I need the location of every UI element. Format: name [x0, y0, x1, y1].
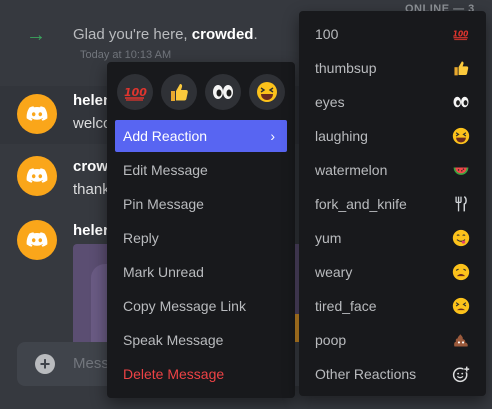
reaction-label: fork_and_knife [315, 196, 407, 212]
menu-item-copy-message-link[interactable]: Copy Message Link [115, 290, 287, 322]
add-attachment-icon[interactable]: + [35, 354, 55, 374]
100-emoji-icon: 100 [452, 25, 470, 43]
reaction-item-laughing[interactable]: laughing [307, 120, 478, 152]
reaction-item-eyes[interactable]: eyes [307, 86, 478, 118]
reaction-item-100[interactable]: 100 100 [307, 18, 478, 50]
avatar[interactable] [17, 94, 57, 134]
menu-item-speak-message[interactable]: Speak Message [115, 324, 287, 356]
join-username[interactable]: crowded [192, 26, 254, 43]
weary-emoji-icon [452, 263, 470, 281]
message-author[interactable]: heler [73, 222, 109, 239]
laughing-emoji-icon [257, 82, 277, 102]
menu-item-label: Reply [123, 230, 159, 246]
laughing-emoji-icon [452, 127, 470, 145]
menu-item-delete-message[interactable]: Delete Message [115, 358, 287, 390]
menu-item-label: Add Reaction [123, 128, 208, 144]
chevron-right-icon: › [270, 128, 275, 144]
menu-item-add-reaction[interactable]: Add Reaction › [115, 120, 287, 152]
reaction-label: watermelon [315, 162, 388, 178]
quick-reactions: 100 [117, 74, 287, 114]
reaction-item-thumbsup[interactable]: thumbsup [307, 52, 478, 84]
fork-and-knife-emoji-icon [452, 195, 470, 213]
quick-reaction-thumbsup[interactable] [161, 74, 197, 110]
join-suffix: . [253, 26, 258, 43]
menu-item-pin-message[interactable]: Pin Message [115, 188, 287, 220]
thumbsup-emoji-icon [452, 59, 470, 77]
menu-item-reply[interactable]: Reply [115, 222, 287, 254]
eyes-emoji-icon [213, 85, 233, 99]
avatar[interactable] [17, 220, 57, 260]
join-text: Glad you're here, crowded. [73, 26, 258, 43]
svg-text:100: 100 [453, 29, 469, 38]
add-reaction-icon [452, 365, 470, 383]
menu-item-label: Speak Message [123, 332, 224, 348]
reaction-item-watermelon[interactable]: watermelon [307, 154, 478, 186]
reaction-label: 100 [315, 26, 339, 42]
quick-reaction-eyes[interactable] [205, 74, 241, 110]
thumbsup-emoji-icon [171, 84, 188, 101]
yum-emoji-icon [452, 229, 470, 247]
message-context-menu: 100 Add Reaction › Edit Message Pin Mess… [107, 62, 295, 398]
reaction-label: poop [315, 332, 347, 348]
reaction-item-weary[interactable]: weary [307, 256, 478, 288]
svg-text:100: 100 [124, 86, 147, 99]
watermelon-emoji-icon [452, 161, 470, 179]
menu-item-label: Pin Message [123, 196, 204, 212]
discord-logo-icon [26, 106, 48, 121]
reaction-item-fork-and-knife[interactable]: fork_and_knife [307, 188, 478, 220]
reaction-label: thumbsup [315, 60, 377, 76]
reaction-item-yum[interactable]: yum [307, 222, 478, 254]
reaction-label: laughing [315, 128, 368, 144]
reaction-label: Other Reactions [315, 366, 417, 382]
join-prefix: Glad you're here, [73, 26, 192, 43]
reaction-label: eyes [315, 94, 345, 110]
join-timestamp: Today at 10:13 AM [80, 49, 172, 61]
menu-item-mark-unread[interactable]: Mark Unread [115, 256, 287, 288]
reaction-item-poop[interactable]: poop [307, 324, 478, 356]
system-join-message: → Glad you're here, crowded. Today at 10… [0, 18, 300, 68]
poop-emoji-icon [452, 331, 470, 349]
discord-logo-icon [26, 232, 48, 247]
menu-item-label: Copy Message Link [123, 298, 246, 314]
menu-item-edit-message[interactable]: Edit Message [115, 154, 287, 186]
eyes-emoji-icon [452, 93, 470, 111]
avatar[interactable] [17, 156, 57, 196]
tired-face-emoji-icon [452, 297, 470, 315]
reaction-item-other-reactions[interactable]: Other Reactions [307, 358, 478, 390]
discord-logo-icon [26, 168, 48, 183]
quick-reaction-laughing[interactable] [249, 74, 285, 110]
message-body: welco [73, 115, 112, 132]
reaction-label: yum [315, 230, 342, 246]
reaction-submenu: 100 100 thumbsup eyes laughing watermelo… [299, 11, 486, 396]
reaction-label: tired_face [315, 298, 377, 314]
quick-reaction-100[interactable]: 100 [117, 74, 153, 110]
menu-item-label: Delete Message [123, 366, 225, 382]
menu-item-label: Mark Unread [123, 264, 204, 280]
reaction-label: weary [315, 264, 353, 280]
join-arrow-icon: → [26, 24, 46, 46]
message-author[interactable]: crow [73, 158, 108, 175]
message-body: thank [73, 181, 110, 198]
100-emoji-icon: 100 [124, 86, 147, 101]
menu-item-label: Edit Message [123, 162, 208, 178]
reaction-item-tired-face[interactable]: tired_face [307, 290, 478, 322]
